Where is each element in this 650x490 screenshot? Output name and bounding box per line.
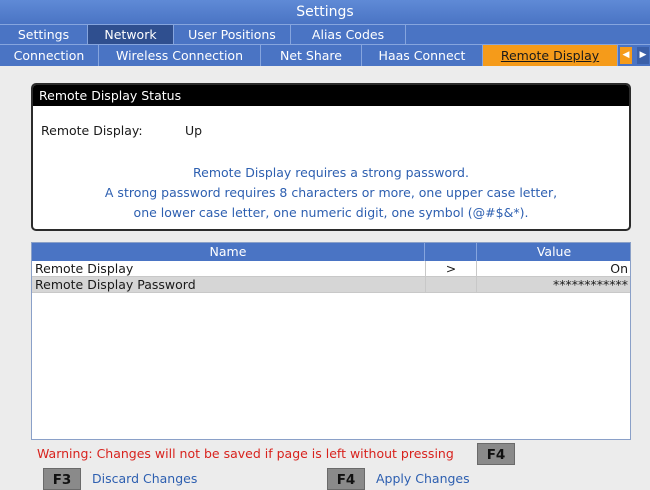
- main-content: Remote Display Status Remote Display: Up…: [0, 66, 650, 490]
- tab-net-share[interactable]: Net Share: [261, 45, 362, 66]
- f4-key-button[interactable]: F4: [327, 468, 365, 490]
- status-panel-header: Remote Display Status: [33, 85, 629, 106]
- row-value: On: [610, 261, 628, 276]
- discard-changes-label[interactable]: Discard Changes: [92, 471, 197, 487]
- status-label: Remote Display:: [41, 123, 143, 138]
- table-row[interactable]: Remote Display Password ************: [32, 277, 630, 293]
- column-header-arrow: [425, 243, 477, 261]
- row-value: ************: [553, 277, 628, 292]
- tab-connection[interactable]: Connection: [0, 45, 99, 66]
- f3-key-button[interactable]: F3: [43, 468, 81, 490]
- tab-network[interactable]: Network: [88, 25, 174, 45]
- row-expand-arrow[interactable]: >: [425, 261, 477, 277]
- column-header-value: Value: [536, 244, 572, 259]
- settings-table: Name Value Remote Display > On Remote Di…: [31, 242, 631, 440]
- status-value: Up: [185, 123, 203, 138]
- tab-user-positions[interactable]: User Positions: [174, 25, 291, 45]
- window-title: Settings: [0, 0, 650, 24]
- f4-key-warning: F4: [477, 443, 515, 465]
- tab-settings[interactable]: Settings: [0, 25, 88, 45]
- column-header-name: Name: [32, 243, 425, 261]
- row-expand-arrow: [425, 277, 477, 293]
- secondary-tab-bar: Connection Wireless Connection Net Share…: [0, 44, 650, 66]
- tab-remote-display[interactable]: Remote Display: [483, 45, 618, 66]
- scroll-right-icon[interactable]: ▶: [637, 47, 649, 64]
- scroll-left-icon[interactable]: ◀: [620, 47, 632, 64]
- row-name: Remote Display: [35, 261, 134, 276]
- message-line: A strong password requires 8 characters …: [104, 185, 558, 200]
- message-line: Remote Display requires a strong passwor…: [193, 165, 469, 180]
- message-line: one lower case letter, one numeric digit…: [133, 205, 529, 220]
- tab-haas-connect[interactable]: Haas Connect: [362, 45, 483, 66]
- remote-display-status-panel: Remote Display Status Remote Display: Up…: [31, 83, 631, 231]
- tab-alias-codes[interactable]: Alias Codes: [291, 25, 406, 45]
- row-name: Remote Display Password: [35, 277, 196, 292]
- apply-changes-label[interactable]: Apply Changes: [376, 471, 470, 487]
- primary-tab-bar: Settings Network User Positions Alias Co…: [0, 24, 650, 45]
- table-header: Name Value: [32, 243, 630, 261]
- tab-wireless-connection[interactable]: Wireless Connection: [99, 45, 261, 66]
- unsaved-changes-warning: Warning: Changes will not be saved if pa…: [37, 446, 454, 461]
- table-row[interactable]: Remote Display > On: [32, 261, 630, 277]
- status-row: Remote Display: Up: [41, 123, 202, 138]
- password-requirements-message: Remote Display requires a strong passwor…: [33, 163, 629, 223]
